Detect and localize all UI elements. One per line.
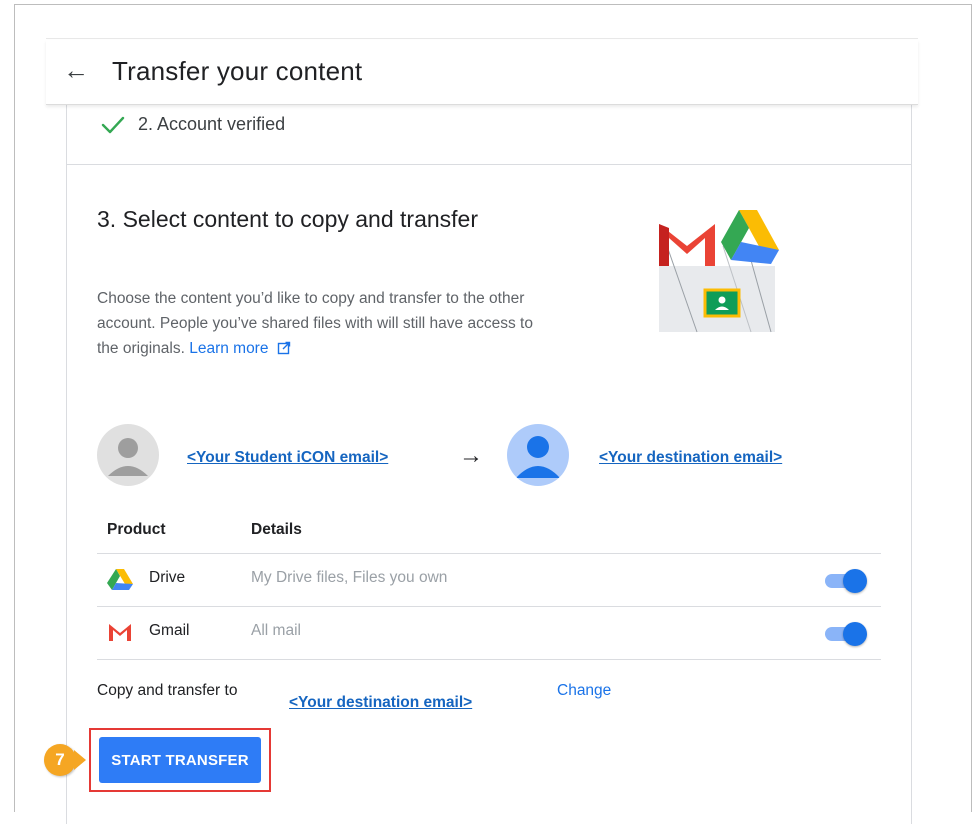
- transfer-card: 2. Account verified 3. Select content to…: [66, 104, 912, 824]
- table-header: Product Details: [97, 509, 881, 554]
- external-link-icon[interactable]: [277, 341, 291, 355]
- highlight-outline: START TRANSFER: [89, 728, 271, 792]
- table-row-drive: Drive My Drive files, Files you own: [97, 554, 881, 607]
- step-account-verified: 2. Account verified: [67, 104, 911, 165]
- source-email-link[interactable]: <Your Student iCON email>: [187, 449, 388, 467]
- header-details: Details: [251, 521, 302, 538]
- step-2-label: 2. Account verified: [138, 114, 286, 134]
- product-name: Gmail: [149, 622, 190, 639]
- product-details: All mail: [251, 622, 301, 639]
- step-3-title: 3. Select content to copy and transfer: [97, 206, 479, 232]
- step-badge-pointer: [74, 750, 86, 770]
- learn-more-link[interactable]: Learn more: [189, 340, 268, 357]
- change-link[interactable]: Change: [557, 682, 611, 700]
- drive-toggle[interactable]: [821, 569, 867, 593]
- google-drive-icon: [107, 569, 133, 590]
- step-3-description: Choose the content you’d like to copy an…: [97, 286, 537, 361]
- page-title: Transfer your content: [112, 56, 363, 86]
- copy-destination-email-link[interactable]: <Your destination email>: [289, 694, 472, 712]
- step-badge: 7: [44, 744, 76, 776]
- content-table: Product Details Drive My Drive files, Fi…: [97, 509, 881, 660]
- source-account-avatar: [97, 424, 159, 486]
- arrow-right-icon: →: [459, 442, 483, 469]
- copy-transfer-label: Copy and transfer to: [97, 682, 238, 699]
- product-details: My Drive files, Files you own: [251, 569, 448, 586]
- product-name: Drive: [149, 569, 186, 586]
- toggle-knob: [843, 622, 867, 646]
- destination-email-link[interactable]: <Your destination email>: [599, 449, 782, 467]
- page-header: ← Transfer your content: [46, 40, 918, 105]
- header-product: Product: [107, 521, 166, 538]
- toggle-knob: [843, 569, 867, 593]
- person-icon: [108, 438, 148, 476]
- google-products-illustration: [659, 210, 779, 333]
- gmail-icon: [109, 624, 131, 641]
- table-row-gmail: Gmail All mail: [97, 607, 881, 660]
- gmail-toggle[interactable]: [821, 622, 867, 646]
- start-transfer-button[interactable]: START TRANSFER: [99, 737, 261, 783]
- arrow-left-icon[interactable]: ←: [62, 56, 90, 84]
- description-text: Choose the content you’d like to copy an…: [97, 290, 533, 357]
- check-icon: [101, 116, 125, 134]
- destination-account-avatar: [507, 424, 569, 486]
- top-divider: [46, 38, 918, 39]
- person-icon: [516, 436, 560, 478]
